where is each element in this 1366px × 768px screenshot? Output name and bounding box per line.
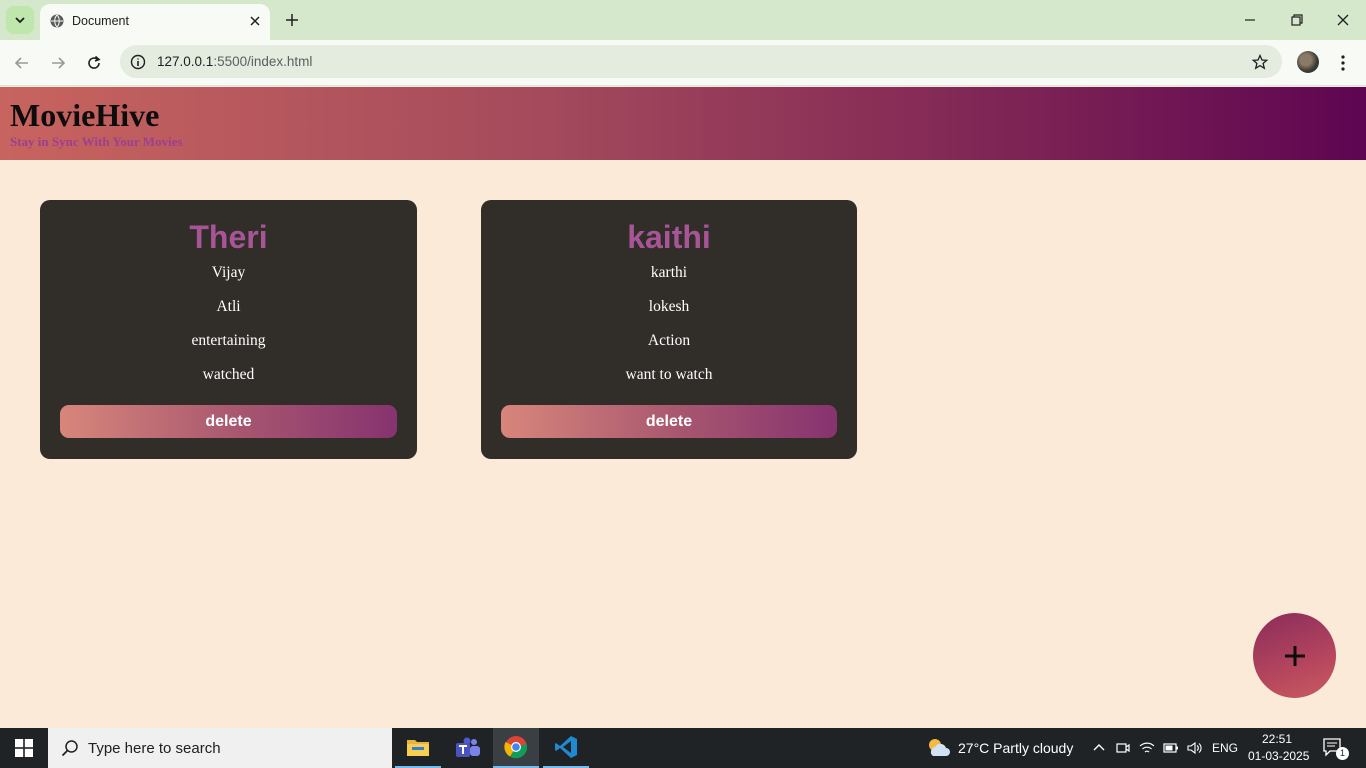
taskbar-teams[interactable] [445,728,491,768]
teams-icon [456,737,480,757]
weather-partly-cloudy-icon [929,739,950,756]
tab-close-button[interactable] [246,12,264,30]
tray-overflow-button[interactable] [1090,739,1108,757]
movie-title: kaithi [627,219,711,255]
taskbar-vscode[interactable] [543,728,589,768]
movie-card: Theri Vijay Atli entertaining watched de… [40,200,417,459]
reload-icon [88,55,101,69]
url-host: 127.0.0.1 [157,54,214,69]
movie-hero: karthi [650,264,688,281]
language-indicator[interactable]: ENG [1212,741,1238,755]
tray-volume[interactable] [1186,739,1204,757]
tab-search-button[interactable] [6,6,34,34]
url-path: :5500/index.html [213,54,313,69]
movie-genre: entertaining [191,332,266,349]
forward-button[interactable] [47,52,69,74]
taskbar-file-explorer[interactable] [395,728,441,768]
close-window-button[interactable] [1333,10,1353,30]
windows-logo-icon [15,739,33,757]
back-button[interactable] [11,52,33,74]
notification-center-button[interactable]: 1 [1322,737,1349,761]
movie-genre: Action [647,332,691,349]
minimize-icon [1245,19,1255,21]
site-info-button[interactable] [128,52,148,72]
app-tagline: Stay in Sync With Your Movies [10,134,183,149]
restore-button[interactable] [1287,10,1307,30]
battery-icon [1163,743,1178,753]
plus-icon [1284,645,1305,666]
start-button[interactable] [0,728,48,768]
close-icon [1337,14,1349,26]
tray-meet-now[interactable] [1114,739,1132,757]
folder-icon [407,740,429,756]
minimize-button[interactable] [1240,10,1260,30]
taskbar-chrome[interactable] [493,728,539,768]
delete-button[interactable]: delete [60,405,397,438]
taskbar-search-placeholder: Type here to search [88,740,221,757]
clock-time[interactable]: 22:51 [1262,732,1292,746]
more-vertical-icon [1341,55,1345,71]
wifi-icon [1139,742,1155,753]
volume-icon [1187,741,1202,755]
new-tab-button[interactable] [282,10,302,30]
movie-status: want to watch [625,366,713,383]
profile-avatar[interactable] [1297,51,1319,73]
tab-title: Document [72,14,129,28]
chevron-down-icon [15,17,25,24]
movie-director: Atli [216,298,241,315]
vscode-icon [555,736,577,758]
camera-icon [1116,743,1130,753]
tray-network[interactable] [1138,739,1156,757]
browser-menu-button[interactable] [1336,52,1350,74]
delete-button[interactable]: delete [501,405,837,438]
add-movie-button[interactable] [1253,613,1336,698]
clock-date[interactable]: 01-03-2025 [1248,749,1309,763]
notification-count-badge: 1 [1336,747,1349,760]
globe-icon [50,14,64,28]
windows-taskbar: Type here to search 27°C Partly cloudy E… [0,728,1366,768]
taskbar-search[interactable]: Type here to search [48,728,392,768]
arrow-left-icon [14,57,28,69]
chrome-icon [504,736,528,759]
browser-tab-bar: Document [0,0,1366,40]
bookmark-button[interactable] [1250,52,1270,72]
browser-tab[interactable]: Document [40,4,270,40]
movie-card: kaithi karthi lokesh Action want to watc… [481,200,857,459]
url-text[interactable]: 127.0.0.1:5500/index.html [157,54,312,69]
weather-text[interactable]: 27°C Partly cloudy [958,740,1073,756]
app-title: MovieHive [10,97,160,133]
plus-icon [286,14,298,26]
tray-battery[interactable] [1162,739,1180,757]
browser-toolbar: 127.0.0.1:5500/index.html [0,40,1366,86]
chevron-up-icon [1093,744,1105,751]
movie-director: lokesh [648,298,690,315]
movie-hero: Vijay [211,264,246,281]
search-icon [61,740,78,757]
star-icon [1252,54,1268,70]
info-icon [130,54,146,70]
close-icon [250,16,260,26]
movie-status: watched [202,366,255,383]
movie-title: Theri [189,219,268,255]
arrow-right-icon [52,57,66,69]
address-bar[interactable]: 127.0.0.1:5500/index.html [120,45,1282,78]
app-header: MovieHive Stay in Sync With Your Movies [0,87,1366,160]
restore-icon [1291,14,1303,26]
reload-button[interactable] [83,52,105,74]
